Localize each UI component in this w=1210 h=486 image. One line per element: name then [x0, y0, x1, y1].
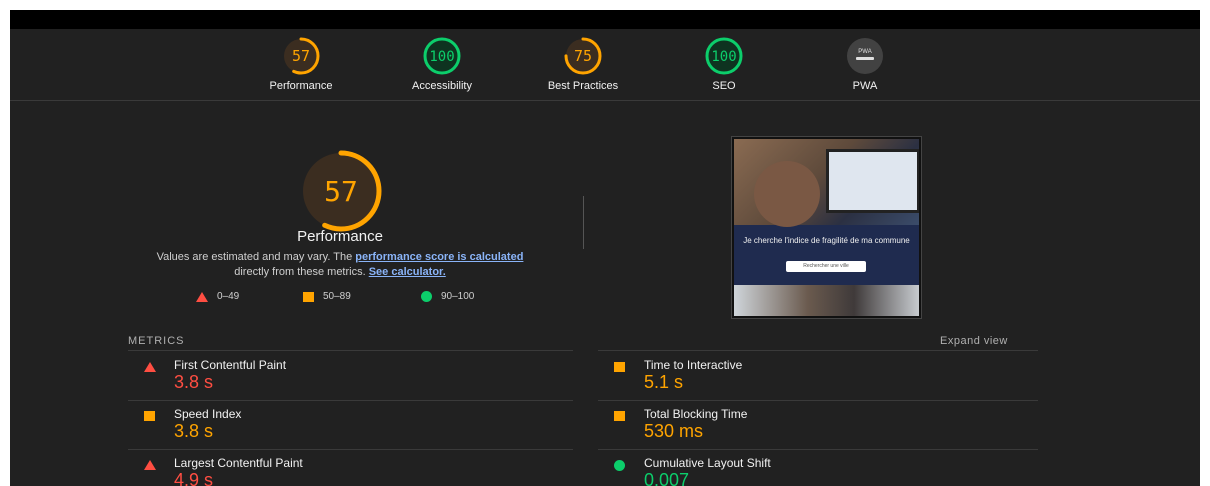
triangle-icon	[144, 362, 156, 372]
square-icon	[614, 411, 625, 421]
best-practices-gauge: 75	[564, 37, 602, 75]
category-label: Best Practices	[547, 80, 619, 92]
expand-view-toggle[interactable]: Expand view	[940, 335, 1008, 347]
metrics-divider	[128, 400, 573, 401]
metric-name: Time to Interactive	[644, 358, 743, 372]
screenshot-search-button: Rechercher une ville	[786, 261, 866, 272]
metrics-divider	[128, 449, 573, 450]
metric-value: 3.8 s	[174, 421, 214, 441]
metric-value: 5.1 s	[644, 372, 684, 392]
pwa-badge-icon: PWA	[847, 38, 883, 74]
square-icon	[144, 411, 155, 421]
legend-pass-label: 90–100	[441, 291, 475, 302]
metric-value: 3.8 s	[174, 372, 214, 392]
category-label: SEO	[712, 80, 736, 92]
performance-score: 57	[292, 47, 310, 65]
desc-text: directly from these metrics.	[234, 266, 369, 278]
screenshot-caption: Je cherche l'indice de fragilité de ma c…	[743, 236, 910, 245]
metric-name: Speed Index	[174, 407, 242, 421]
accessibility-gauge: 100	[423, 37, 461, 75]
category-label: Performance	[269, 80, 333, 92]
legend-average-label: 50–89	[323, 291, 351, 302]
triangle-icon	[144, 460, 156, 470]
performance-big-gauge: 57	[300, 150, 382, 232]
circle-icon	[421, 291, 432, 302]
screenshot-photo-bottom	[734, 285, 919, 316]
accessibility-score: 100	[429, 49, 454, 65]
metrics-heading: METRICS	[128, 335, 185, 347]
category-label: PWA	[852, 80, 878, 92]
category-performance[interactable]: 57 Performance	[246, 36, 356, 92]
score-calculated-link[interactable]: performance score is calculated	[355, 251, 523, 263]
metric-name: Total Blocking Time	[644, 407, 748, 421]
metric-value: 0.007	[644, 470, 690, 486]
category-seo[interactable]: 100 SEO	[669, 36, 779, 92]
metric-value: 530 ms	[644, 421, 704, 441]
performance-big-score: 57	[324, 175, 358, 208]
legend-fail: 0–49	[196, 291, 239, 302]
performance-gauge: 57	[282, 37, 320, 75]
metrics-divider	[598, 400, 1038, 401]
circle-icon	[614, 460, 625, 471]
legend-pass: 90–100	[421, 291, 474, 302]
desc-text: Values are estimated and may vary. The	[156, 251, 356, 263]
screenshot-person	[754, 161, 820, 227]
seo-gauge: 100	[705, 37, 743, 75]
square-icon	[614, 362, 625, 372]
screenshot-monitor	[826, 149, 919, 213]
vertical-divider	[583, 196, 584, 249]
category-best-practices[interactable]: 75 Best Practices	[528, 36, 638, 92]
performance-description: Values are estimated and may vary. The p…	[140, 250, 540, 280]
category-accessibility[interactable]: 100 Accessibility	[387, 36, 497, 92]
pwa-badge-text: PWA	[858, 49, 871, 55]
see-calculator-link[interactable]: See calculator.	[369, 266, 446, 278]
legend-average: 50–89	[303, 291, 351, 302]
header-divider	[10, 100, 1200, 101]
metric-name: Largest Contentful Paint	[174, 456, 303, 470]
metric-value: 4.9 s	[174, 470, 214, 486]
page-screenshot[interactable]: Je cherche l'indice de fragilité de ma c…	[732, 137, 921, 318]
metric-name: First Contentful Paint	[174, 358, 287, 372]
category-label: Accessibility	[412, 80, 472, 92]
performance-title: Performance	[297, 228, 383, 245]
pwa-dash	[856, 57, 874, 60]
triangle-icon	[196, 291, 208, 302]
square-icon	[303, 291, 314, 302]
metrics-divider	[128, 350, 573, 351]
best-practices-score: 75	[574, 47, 592, 65]
metrics-divider	[598, 449, 1038, 450]
metric-name: Cumulative Layout Shift	[644, 456, 771, 470]
legend-fail-label: 0–49	[217, 291, 240, 302]
seo-score: 100	[711, 49, 736, 65]
category-pwa[interactable]: PWA PWA	[810, 36, 920, 92]
lighthouse-report: 57 Performance 100 Accessibility 75 Best…	[10, 10, 1200, 486]
metrics-divider	[598, 350, 1038, 351]
top-bar	[10, 10, 1200, 29]
